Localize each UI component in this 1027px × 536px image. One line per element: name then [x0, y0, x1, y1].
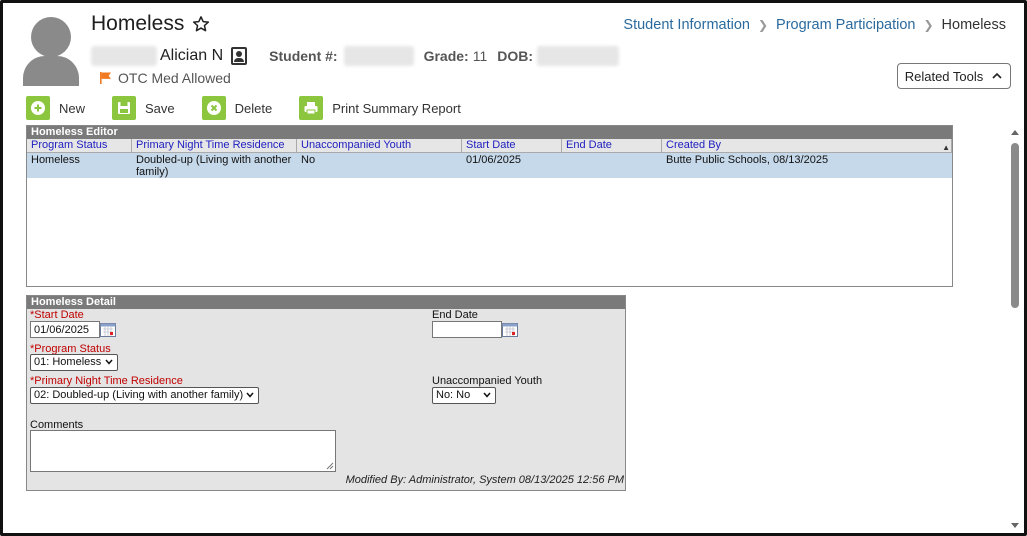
delete-icon: [201, 96, 226, 120]
printer-icon: [299, 96, 324, 120]
chevron-down-icon: [105, 359, 113, 365]
page-title-row: Homeless: [91, 12, 210, 36]
flag-icon: [100, 72, 111, 84]
sort-arrow-icon[interactable]: ▲: [942, 141, 950, 154]
calendar-icon[interactable]: [100, 323, 116, 337]
add-icon: [26, 96, 50, 120]
residence-select[interactable]: 02: Doubled-up (Living with another fami…: [30, 387, 259, 404]
chevron-right-icon: ❯: [923, 18, 934, 32]
end-date-label: End Date: [432, 309, 478, 321]
save-button[interactable]: Save: [112, 96, 175, 120]
delete-button[interactable]: Delete: [201, 96, 273, 120]
cell-created-by: Butte Public Schools, 08/13/2025: [666, 154, 829, 166]
flag-label: OTC Med Allowed: [118, 70, 231, 86]
delete-label: Delete: [234, 100, 273, 116]
action-toolbar: New Save Delete Print Summary Report: [26, 96, 488, 120]
chevron-right-icon: ❯: [757, 18, 769, 32]
chevron-down-icon: [483, 392, 491, 398]
redacted-dob: [537, 46, 620, 66]
related-tools-button[interactable]: Related Tools: [897, 63, 1011, 89]
editor-title: Homeless Editor: [27, 126, 952, 139]
app-window: Homeless Student Information ❯ Program P…: [0, 0, 1027, 536]
residence-value: 02: Doubled-up (Living with another fami…: [34, 389, 244, 401]
column-header[interactable]: Program Status: [27, 139, 132, 152]
table-row[interactable]: Homeless Doubled-up (Living with another…: [27, 153, 952, 178]
cell-program-status: Homeless: [31, 154, 80, 166]
column-header[interactable]: Primary Night Time Residence: [132, 139, 297, 152]
print-summary-report-button[interactable]: Print Summary Report: [299, 96, 461, 120]
end-date-field[interactable]: [432, 321, 502, 338]
new-label: New: [59, 100, 86, 116]
column-header[interactable]: Start Date: [462, 139, 562, 152]
calendar-icon[interactable]: [502, 323, 518, 337]
breadcrumb: Student Information ❯ Program Participat…: [623, 17, 1006, 33]
star-icon[interactable]: [192, 15, 210, 33]
detail-title: Homeless Detail: [27, 296, 625, 309]
column-header[interactable]: Created By: [662, 139, 952, 152]
grade-value: 11: [472, 48, 488, 64]
page-title: Homeless: [91, 12, 185, 35]
grade-label: Grade:: [423, 48, 469, 64]
student-avatar: [23, 17, 79, 86]
editor-header-row: Program Status Primary Night Time Reside…: [27, 139, 952, 153]
column-header[interactable]: Unaccompanied Youth: [297, 139, 462, 152]
cell-end-date: [562, 153, 662, 178]
scroll-down-arrow-icon[interactable]: [1011, 523, 1019, 528]
print-label: Print Summary Report: [332, 100, 461, 116]
redacted-student-number: [343, 46, 414, 66]
student-name: Alician N: [160, 47, 224, 64]
scroll-up-arrow-icon[interactable]: [1011, 130, 1019, 135]
contact-card-icon[interactable]: [231, 47, 248, 65]
cell-start-date: 01/06/2025: [466, 154, 522, 166]
breadcrumb-current: Homeless: [941, 17, 1006, 33]
page-scrollbar[interactable]: [1008, 125, 1023, 532]
program-status-select[interactable]: 01: Homeless: [30, 354, 118, 371]
student-info-bar: Alician N Student #: Grade: 11 DOB:: [91, 45, 620, 67]
column-header[interactable]: End Date: [562, 139, 662, 152]
program-status-value: 01: Homeless: [34, 356, 102, 368]
resize-grip-icon[interactable]: [326, 462, 334, 470]
modified-by-text: Modified By: Administrator, System 08/13…: [345, 474, 624, 486]
start-date-field[interactable]: [30, 321, 100, 338]
breadcrumb-student-information[interactable]: Student Information: [623, 17, 750, 33]
homeless-editor: Homeless Editor Program Status Primary N…: [26, 125, 953, 287]
cell-residence: Doubled-up (Living with another family): [136, 154, 292, 178]
chevron-down-icon: [246, 392, 254, 398]
start-date-label: *Start Date: [30, 309, 84, 321]
scroll-thumb[interactable]: [1011, 143, 1019, 308]
chevron-up-icon: [992, 72, 1002, 79]
unaccompanied-value: No: No: [436, 389, 471, 401]
related-tools-label: Related Tools: [904, 68, 984, 84]
cell-unaccompanied: No: [301, 154, 316, 166]
dob-label: DOB:: [497, 48, 534, 64]
new-button[interactable]: New: [26, 96, 85, 120]
student-flag[interactable]: OTC Med Allowed: [99, 70, 231, 86]
homeless-detail: Homeless Detail *Start Date End Date *Pr…: [26, 295, 626, 491]
student-number-label: Student #:: [269, 48, 338, 64]
save-icon: [112, 96, 137, 120]
breadcrumb-program-participation[interactable]: Program Participation: [776, 17, 915, 33]
save-label: Save: [145, 100, 175, 116]
unaccompanied-label: Unaccompanied Youth: [432, 375, 543, 387]
residence-label: *Primary Night Time Residence: [30, 375, 183, 387]
redacted-last-name: [91, 46, 157, 66]
unaccompanied-select[interactable]: No: No: [432, 387, 496, 404]
comments-field[interactable]: [30, 430, 336, 472]
